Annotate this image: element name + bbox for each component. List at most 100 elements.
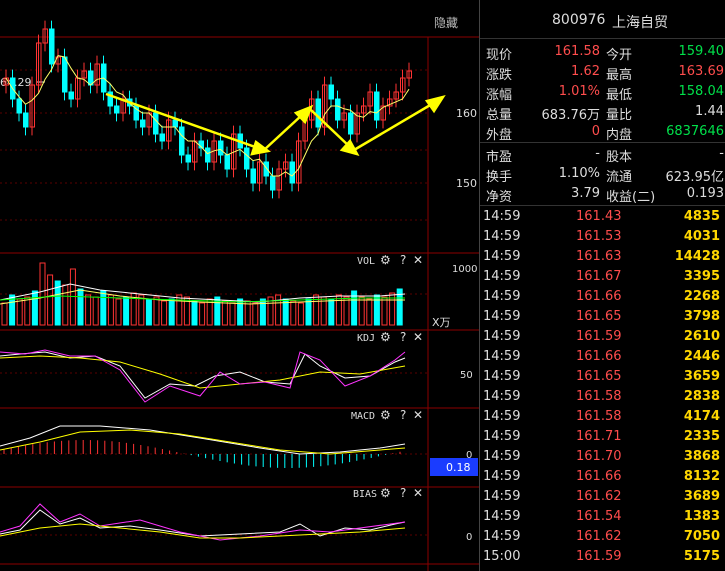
tick-row[interactable]: 14:59 161.66 2446 [480,347,725,367]
bias-gear-icon[interactable]: ⚙ [380,486,391,500]
volume-bar [221,300,228,326]
tick-time: 14:59 [483,489,521,504]
tick-row[interactable]: 14:59 161.53 4031 [480,227,725,247]
price-axis-160: 160 [456,107,477,120]
volume-bar [358,296,365,326]
candle-body [172,119,178,128]
macd-gear-icon[interactable]: ⚙ [380,408,391,422]
volume-bar [47,274,54,326]
tick-price: 161.70 [576,449,622,464]
vol-help-icon[interactable]: ? [400,253,406,267]
quote-l1: 外盘 [486,128,513,143]
tick-price: 161.67 [576,269,622,284]
tick-row[interactable]: 14:59 161.62 7050 [480,527,725,547]
candle-body [23,112,29,128]
vol-gear-icon[interactable]: ⚙ [380,253,391,267]
quote-v2: 623.95亿 [665,170,725,185]
tick-row[interactable]: 14:59 161.66 2268 [480,287,725,307]
candle-body [159,133,165,142]
kdj-close-icon[interactable]: ✕ [413,330,423,344]
quote-l1: 涨幅 [486,88,513,103]
vol-axis-label: 1000 [452,264,477,275]
volume-bar [335,294,342,326]
quote-row: 外盘 0 内盘 6837646 [480,122,725,143]
tick-price: 161.66 [576,289,622,304]
macd-dea-line [0,429,406,455]
volume-bar [69,268,76,326]
quote-l2: 内盘 [606,128,633,143]
tick-row[interactable]: 14:59 161.65 3798 [480,307,725,327]
volume-bar [77,288,84,326]
tick-row[interactable]: 14:59 161.63 14428 [480,247,725,267]
candle-body [315,98,321,128]
candle-body [62,56,68,93]
tick-price: 161.54 [576,509,622,524]
tick-row[interactable]: 14:59 161.71 2335 [480,427,725,447]
quote-row: 涨幅 1.01% 最低 158.04 [480,82,725,103]
tick-price: 161.65 [576,369,622,384]
candle-body [348,112,354,135]
tick-price: 161.59 [576,329,622,344]
volume-bar [1,302,8,326]
volume-bar [229,302,236,326]
tick-time: 14:59 [483,469,521,484]
kdj-gear-icon[interactable]: ⚙ [380,330,391,344]
tick-row[interactable]: 15:00 161.59 5175 [480,547,725,567]
candle-body [263,161,269,177]
volume-bar [381,296,388,326]
candle-body [289,161,295,184]
tick-row[interactable]: 14:59 161.54 1383 [480,507,725,527]
tick-time: 14:59 [483,309,521,324]
quote-v2: - [719,146,724,161]
tick-row[interactable]: 14:59 161.59 2610 [480,327,725,347]
quote-v1: 0 [591,124,600,139]
tick-time: 14:59 [483,349,521,364]
tick-price: 161.58 [576,409,622,424]
volume-bar [328,298,335,326]
kline-chart-area[interactable]: 160 150 64.29 VOL 1000 X万 KDJ 50 MACD 0 … [0,0,479,571]
tick-row[interactable]: 14:59 161.62 3689 [480,487,725,507]
tick-time: 14:59 [483,389,521,404]
volume-bar [244,300,251,326]
quote-v1: 1.62 [571,64,600,79]
tick-volume: 2838 [683,389,720,404]
volume-bar [297,302,304,326]
quote-separator [480,205,725,206]
volume-bar [161,300,168,326]
volume-bar [153,296,160,326]
tick-row[interactable]: 14:59 161.65 3659 [480,367,725,387]
volume-bar [199,302,206,326]
candle-body [140,119,146,128]
tick-price: 161.65 [576,309,622,324]
kdj-axis-50: 50 [460,370,473,381]
kdj-help-icon[interactable]: ? [400,330,406,344]
tick-row[interactable]: 14:59 161.58 2838 [480,387,725,407]
tick-volume: 2335 [683,429,720,444]
tick-row[interactable]: 14:59 161.58 4174 [480,407,725,427]
quote-panel: 800976 上海自贸 现价 161.58 今开 159.40 涨跌 1.62 最高 163.… [479,0,725,571]
tick-volume: 4835 [683,209,720,224]
quote-v2: 158.04 [678,84,725,99]
tick-time: 14:59 [483,529,521,544]
hide-panel-button[interactable]: 隐藏 [434,14,458,31]
tick-row[interactable]: 14:59 161.67 3395 [480,267,725,287]
vol-close-icon[interactable]: ✕ [413,253,423,267]
candle-body [179,126,185,156]
tick-price: 161.62 [576,489,622,504]
tick-row[interactable]: 14:59 161.66 8132 [480,467,725,487]
volume-bar [100,290,107,326]
tick-row[interactable]: 14:59 161.43 4835 [480,207,725,227]
tick-volume: 3395 [683,269,720,284]
candle-body [335,98,341,121]
macd-close-icon[interactable]: ✕ [413,408,423,422]
stock-name: 上海自贸 [612,15,668,31]
tick-volume: 3689 [683,489,720,504]
tick-row[interactable]: 14:59 161.70 3868 [480,447,725,467]
quote-row: 现价 161.58 今开 159.40 [480,42,725,63]
macd-help-icon[interactable]: ? [400,408,406,422]
bias-close-icon[interactable]: ✕ [413,486,423,500]
bias-help-icon[interactable]: ? [400,486,406,500]
volume-bar [16,298,23,326]
tick-time: 14:59 [483,429,521,444]
quote-v1: 683.76万 [541,108,601,123]
